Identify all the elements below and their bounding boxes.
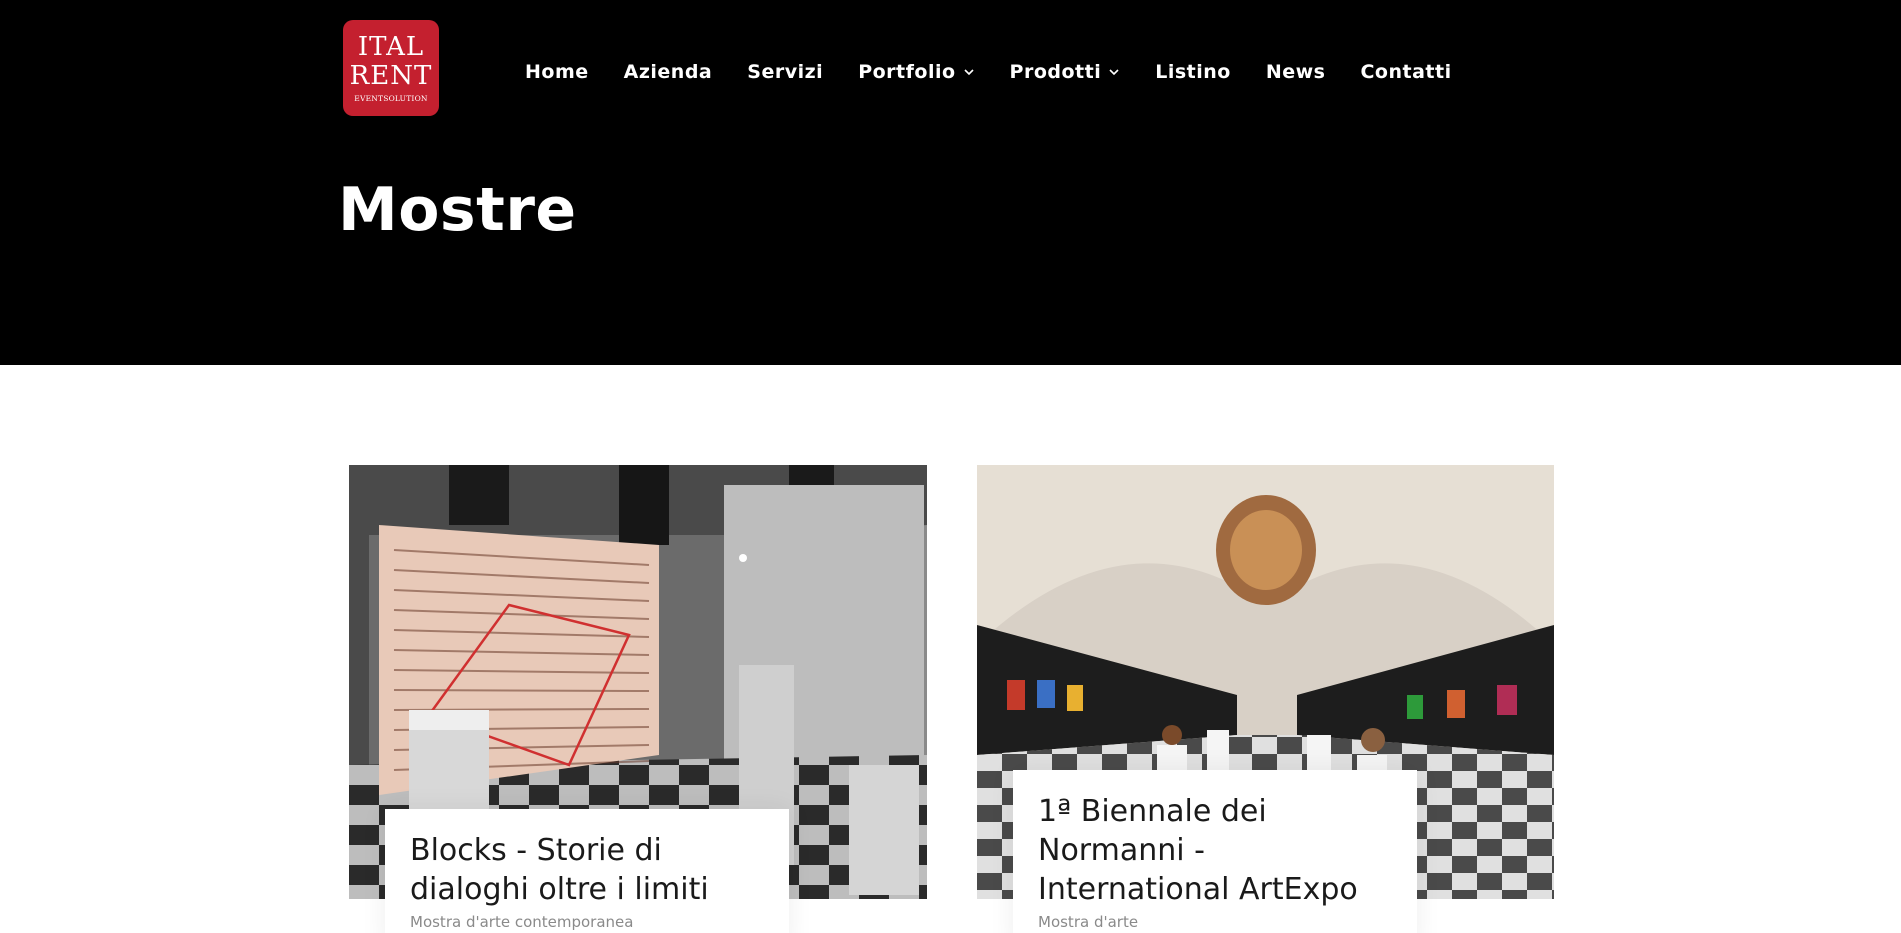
card-caption-biennale[interactable]: 1ª Biennale dei Normanni - International… bbox=[1013, 770, 1417, 933]
nav-item-azienda[interactable]: Azienda bbox=[624, 61, 713, 83]
card-category: Mostra d'arte bbox=[1038, 913, 1139, 931]
italrent-logo[interactable]: ITAL RENT EVENTSOLUTION bbox=[343, 20, 439, 116]
nav-item-home[interactable]: Home bbox=[525, 61, 589, 83]
nav-item-listino[interactable]: Listino bbox=[1155, 61, 1231, 83]
page-header: ITAL RENT EVENTSOLUTION Home Azienda Ser… bbox=[0, 0, 1901, 365]
nav-label: Home bbox=[525, 61, 589, 83]
logo-text-line2: RENT bbox=[349, 61, 433, 91]
nav-label: News bbox=[1265, 61, 1326, 83]
nav-item-news[interactable]: News bbox=[1266, 61, 1326, 83]
nav-label: Listino bbox=[1155, 61, 1231, 83]
card-title[interactable]: 1ª Biennale dei Normanni - International… bbox=[1038, 792, 1392, 909]
nav-label: Prodotti bbox=[1009, 61, 1102, 83]
chevron-down-icon bbox=[1108, 66, 1120, 78]
nav-label: Servizi bbox=[747, 61, 824, 83]
card-category: Mostra d'arte contemporanea bbox=[410, 913, 634, 931]
nav-item-portfolio[interactable]: Portfolio bbox=[858, 61, 974, 83]
nav-item-contatti[interactable]: Contatti bbox=[1360, 61, 1451, 83]
nav-item-servizi[interactable]: Servizi bbox=[747, 61, 823, 83]
page-title: Mostre bbox=[338, 175, 577, 245]
card-title[interactable]: Blocks - Storie di dialoghi oltre i limi… bbox=[410, 831, 764, 909]
card-caption-blocks[interactable]: Blocks - Storie di dialoghi oltre i limi… bbox=[385, 809, 789, 933]
logo-text-line3: EVENTSOLUTION bbox=[354, 94, 428, 103]
logo-text-line1: ITAL bbox=[357, 32, 425, 62]
nav-label: Portfolio bbox=[858, 61, 956, 83]
chevron-down-icon bbox=[963, 66, 975, 78]
main-nav: Home Azienda Servizi Portfolio Prodotti … bbox=[525, 59, 1452, 85]
nav-item-prodotti[interactable]: Prodotti bbox=[1010, 61, 1121, 83]
nav-label: Contatti bbox=[1360, 61, 1452, 83]
nav-label: Azienda bbox=[623, 61, 713, 83]
